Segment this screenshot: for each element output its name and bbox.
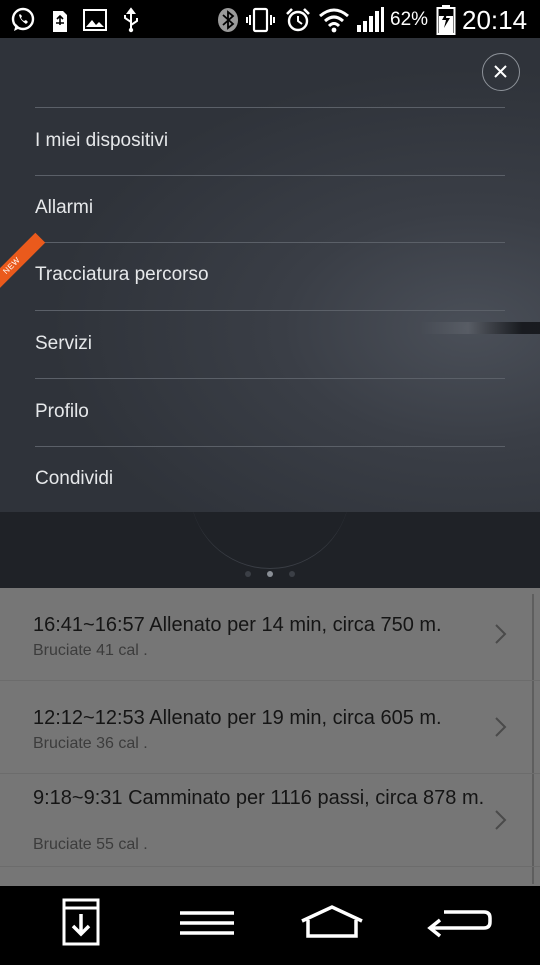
menu-item-label: Profilo — [35, 401, 89, 422]
menu-item-label: Servizi — [35, 333, 93, 354]
battery-percent: 62% — [390, 9, 429, 30]
activity-title: 9:18~9:31 Camminato per 1116 passi, circ… — [33, 787, 485, 809]
activity-calories: Bruciate 36 cal . — [33, 735, 148, 752]
menu-item-share[interactable]: Condividi — [35, 446, 505, 512]
menu-button[interactable] — [157, 886, 257, 960]
notification-download-icon — [62, 898, 100, 946]
battery-charging-icon — [436, 5, 456, 35]
home-icon — [301, 905, 363, 938]
side-menu: I miei dispositivi Allarmi Tracciatura p… — [0, 38, 540, 512]
page-dot-active[interactable] — [267, 571, 273, 577]
status-bar: 62% 20:14 — [0, 0, 540, 38]
vibrate-icon — [246, 7, 275, 33]
activity-title: 16:41~16:57 Allenato per 14 min, circa 7… — [33, 614, 442, 636]
activity-title: 12:12~12:53 Allenato per 19 min, circa 6… — [33, 707, 442, 729]
home-button[interactable] — [282, 886, 382, 960]
close-button[interactable] — [482, 53, 520, 91]
signal-icon — [357, 7, 384, 32]
chevron-right-icon — [495, 624, 507, 644]
activity-list[interactable]: 16:41~16:57 Allenato per 14 min, circa 7… — [0, 588, 540, 886]
menu-item-label: Allarmi — [35, 197, 94, 218]
menu-item-label: Tracciatura percorso — [35, 264, 209, 285]
menu-item-my-devices[interactable]: I miei dispositivi — [35, 108, 505, 176]
whatsapp-icon — [11, 7, 35, 31]
usb-storage-icon — [53, 11, 67, 32]
activity-calories: Bruciate 41 cal . — [33, 642, 148, 659]
menu-item-alarms[interactable]: Allarmi — [35, 175, 505, 243]
activity-row[interactable]: 16:41~16:57 Allenato per 14 min, circa 7… — [0, 588, 540, 681]
back-icon — [427, 904, 492, 938]
page-indicator[interactable] — [0, 564, 540, 582]
menu-item-services[interactable]: Servizi — [35, 311, 505, 379]
menu-icon — [180, 911, 234, 935]
bluetooth-icon — [218, 8, 238, 32]
menu-item-route-tracking[interactable]: Tracciatura percorso — [35, 242, 505, 311]
back-button[interactable] — [408, 886, 508, 960]
activity-calories: Bruciate 55 cal . — [33, 836, 148, 853]
clock: 20:14 — [462, 5, 528, 35]
activity-row[interactable]: 12:12~12:53 Allenato per 19 min, circa 6… — [0, 681, 540, 774]
chevron-right-icon — [495, 810, 507, 830]
close-icon — [494, 65, 507, 78]
menu-item-label: I miei dispositivi — [35, 130, 169, 151]
notifications-button[interactable] — [32, 886, 132, 960]
wifi-icon — [319, 8, 349, 33]
navigation-bar — [0, 886, 540, 960]
page-dot[interactable] — [289, 571, 295, 577]
menu-item-profile[interactable]: Profilo — [35, 379, 505, 447]
alarm-icon — [286, 8, 310, 32]
usb-icon — [124, 7, 138, 33]
menu-item-label: Condividi — [35, 468, 114, 489]
activity-row[interactable]: 9:18~9:31 Camminato per 1116 passi, circ… — [0, 774, 540, 867]
chevron-right-icon — [495, 717, 507, 737]
image-icon — [83, 9, 107, 31]
page-dot[interactable] — [245, 571, 251, 577]
